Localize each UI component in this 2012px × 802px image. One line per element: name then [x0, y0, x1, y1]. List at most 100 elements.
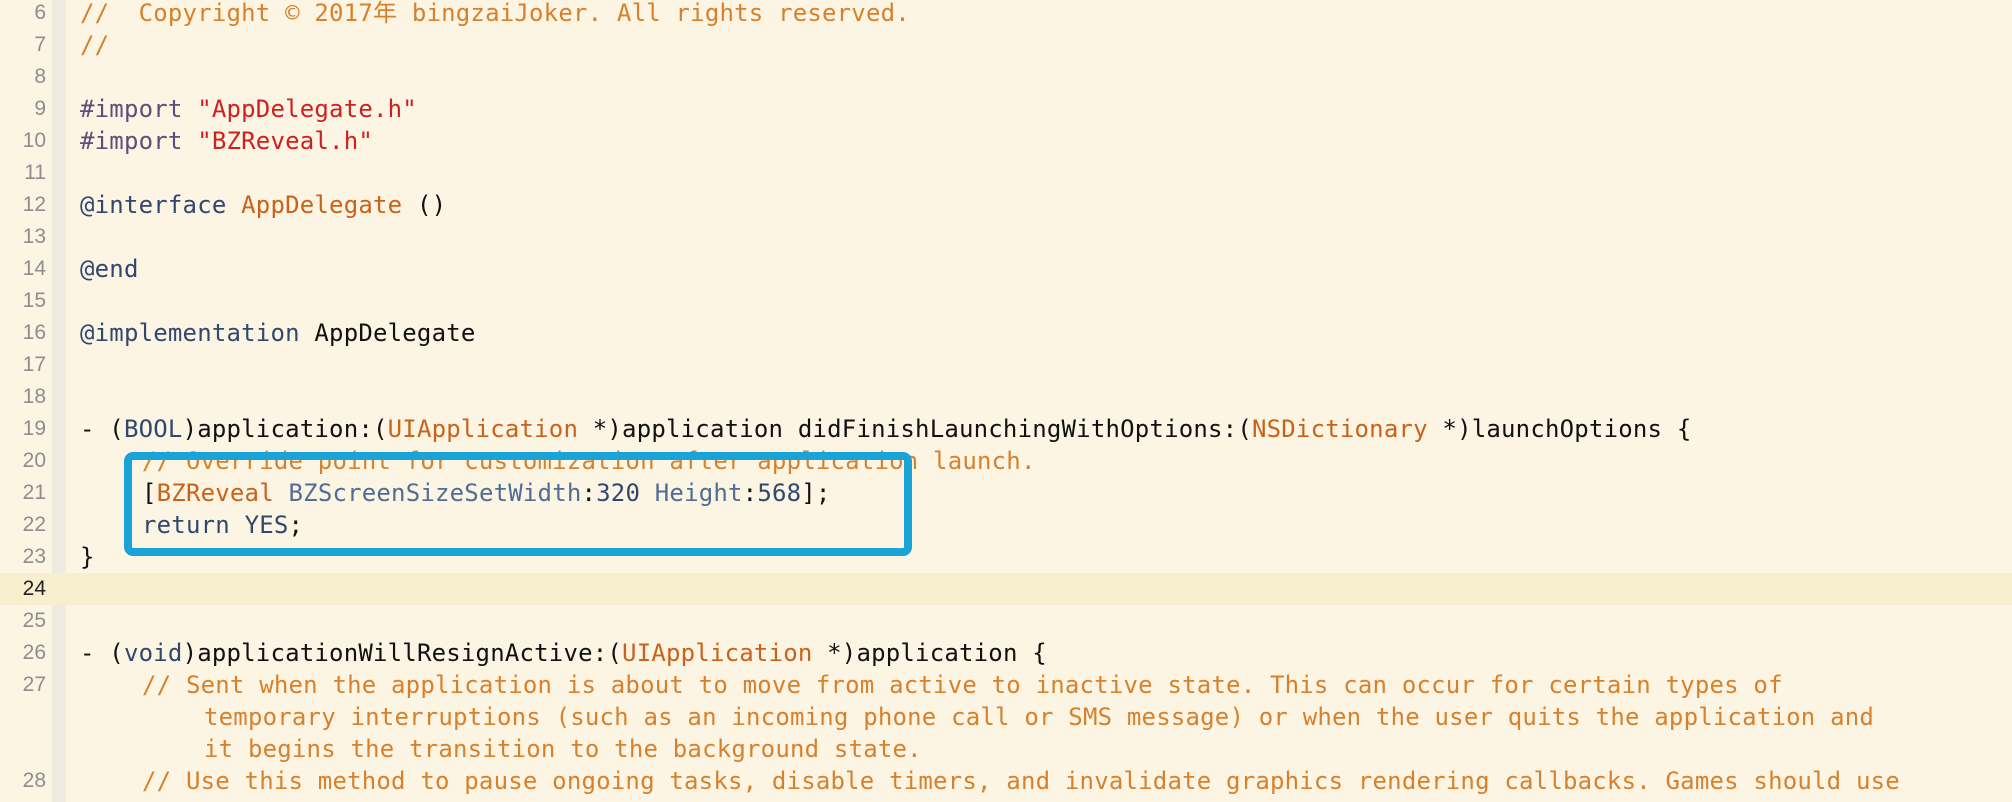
- code-line[interactable]: 7 //: [0, 29, 2012, 61]
- code-token: *)application {: [812, 639, 1047, 667]
- line-number: 11: [24, 161, 46, 184]
- code-text[interactable]: temporary interruptions (such as an inco…: [204, 701, 1874, 733]
- line-number: 6: [34, 1, 46, 24]
- code-line[interactable]: 28 // Use this method to pause ongoing ta…: [0, 765, 2012, 797]
- code-line[interactable]: 15: [0, 285, 2012, 317]
- code-line[interactable]: 16 @implementation AppDelegate: [0, 317, 2012, 349]
- code-text[interactable]: }: [80, 541, 95, 573]
- code-token: *)launchOptions {: [1427, 415, 1692, 443]
- code-token: :: [742, 479, 758, 507]
- code-line[interactable]: 22 return YES;: [0, 509, 2012, 541]
- code-token: ];: [801, 479, 831, 507]
- code-line[interactable]: 14 @end: [0, 253, 2012, 285]
- code-token: Height: [654, 479, 743, 507]
- code-token: - (: [80, 415, 124, 443]
- code-line[interactable]: 11: [0, 157, 2012, 189]
- code-token: YES: [244, 511, 289, 539]
- line-number: 10: [22, 129, 46, 152]
- code-text[interactable]: // Use this method to pause ongoing task…: [142, 765, 1900, 797]
- code-line[interactable]: 17: [0, 349, 2012, 381]
- code-line[interactable]: 10 #import "BZReveal.h": [0, 125, 2012, 157]
- code-editor[interactable]: 6 // Copyright © 2017年 bingzaiJoker. All …: [0, 0, 2012, 802]
- code-token: - (: [80, 639, 124, 667]
- code-token: :: [581, 479, 597, 507]
- code-text[interactable]: @implementation AppDelegate: [80, 317, 476, 349]
- code-line[interactable]: it begins the transition to the backgrou…: [0, 733, 2012, 765]
- line-number: 23: [22, 545, 46, 568]
- code-token: #import: [80, 95, 198, 123]
- code-line[interactable]: 12 @interface AppDelegate (): [0, 189, 2012, 221]
- code-token: @interface: [80, 191, 242, 219]
- code-text[interactable]: @end: [80, 253, 139, 285]
- code-token: UIApplication: [387, 415, 579, 443]
- code-text[interactable]: // Override point for customization afte…: [142, 445, 1036, 477]
- code-token: UIApplication: [622, 639, 813, 667]
- code-line[interactable]: 24: [0, 573, 2012, 605]
- line-number: 13: [22, 225, 46, 248]
- line-number: 12: [22, 193, 46, 216]
- code-token: //: [80, 31, 110, 59]
- code-line[interactable]: 19 - (BOOL)application:(UIApplication *)a…: [0, 413, 2012, 445]
- code-text[interactable]: #import "AppDelegate.h": [80, 93, 417, 125]
- code-line[interactable]: 27 // Sent when the application is about …: [0, 669, 2012, 701]
- code-token: [: [142, 479, 157, 507]
- code-token: "BZReveal.h": [197, 127, 373, 155]
- code-token: NSDictionary: [1251, 415, 1428, 443]
- code-text[interactable]: // Copyright © 2017年 bingzaiJoker. All r…: [80, 0, 910, 29]
- code-token: @implementation: [80, 319, 315, 347]
- code-text[interactable]: // Sent when the application is about to…: [142, 669, 1783, 701]
- line-number: 8: [34, 65, 46, 88]
- code-text[interactable]: [BZReveal BZScreenSizeSetWidth:320 Heigh…: [142, 477, 831, 509]
- code-text[interactable]: it begins the transition to the backgrou…: [204, 733, 922, 765]
- line-number: 15: [22, 289, 46, 312]
- code-text[interactable]: #import "BZReveal.h": [80, 125, 373, 157]
- code-token: // Sent when the application is about to…: [142, 671, 1783, 699]
- code-token: @end: [80, 255, 139, 283]
- code-token: return: [142, 511, 230, 539]
- line-number: 28: [22, 769, 46, 792]
- code-text[interactable]: return YES;: [142, 509, 303, 541]
- code-token: temporary interruptions (such as an inco…: [204, 703, 1875, 731]
- code-line[interactable]: temporary interruptions (such as an inco…: [0, 701, 2012, 733]
- line-number: 9: [34, 97, 46, 120]
- code-text[interactable]: - (BOOL)application:(UIApplication *)app…: [80, 413, 1691, 445]
- code-token: BZScreenSizeSetWidth: [288, 479, 582, 507]
- code-token: AppDelegate: [314, 319, 476, 347]
- code-line[interactable]: 13: [0, 221, 2012, 253]
- code-token: #import: [80, 127, 198, 155]
- code-token: "AppDelegate.h": [197, 95, 417, 123]
- line-number: 20: [22, 449, 46, 472]
- line-number: 16: [22, 321, 46, 344]
- line-number: 22: [22, 513, 46, 536]
- code-line[interactable]: 23}: [0, 541, 2012, 573]
- code-token: )application:(: [182, 415, 388, 443]
- code-line[interactable]: 18: [0, 381, 2012, 413]
- line-number: 14: [22, 257, 46, 280]
- line-number: 26: [22, 641, 46, 664]
- code-line[interactable]: 25: [0, 605, 2012, 637]
- code-token: AppDelegate: [241, 191, 403, 219]
- line-number: 7: [34, 33, 46, 56]
- code-token: (): [402, 191, 447, 219]
- code-line[interactable]: 6 // Copyright © 2017年 bingzaiJoker. All …: [0, 0, 2012, 29]
- code-text[interactable]: //: [80, 29, 109, 61]
- code-line[interactable]: 9 #import "AppDelegate.h": [0, 93, 2012, 125]
- line-number: 21: [22, 481, 46, 504]
- code-line[interactable]: 21 [BZReveal BZScreenSizeSetWidth:320 Hei…: [0, 477, 2012, 509]
- code-line[interactable]: 20 // Override point for customization af…: [0, 445, 2012, 477]
- code-token: it begins the transition to the backgrou…: [204, 735, 922, 763]
- line-number: 19: [22, 417, 46, 440]
- code-line[interactable]: 26 - (void)applicationWillResignActive:(U…: [0, 637, 2012, 669]
- code-token: // Copyright © 2017年 bingzaiJoker. All r…: [80, 0, 910, 27]
- code-token: 320: [596, 479, 641, 507]
- code-token: // Override point for customization afte…: [142, 447, 1036, 475]
- line-number: 25: [22, 609, 46, 632]
- code-token: void: [123, 639, 183, 667]
- code-text[interactable]: @interface AppDelegate (): [80, 189, 446, 221]
- code-line[interactable]: 8: [0, 61, 2012, 93]
- code-token: )applicationWillResignActive:(: [182, 639, 623, 667]
- code-token: BZReveal: [156, 479, 274, 507]
- code-text[interactable]: - (void)applicationWillResignActive:(UIA…: [80, 637, 1047, 669]
